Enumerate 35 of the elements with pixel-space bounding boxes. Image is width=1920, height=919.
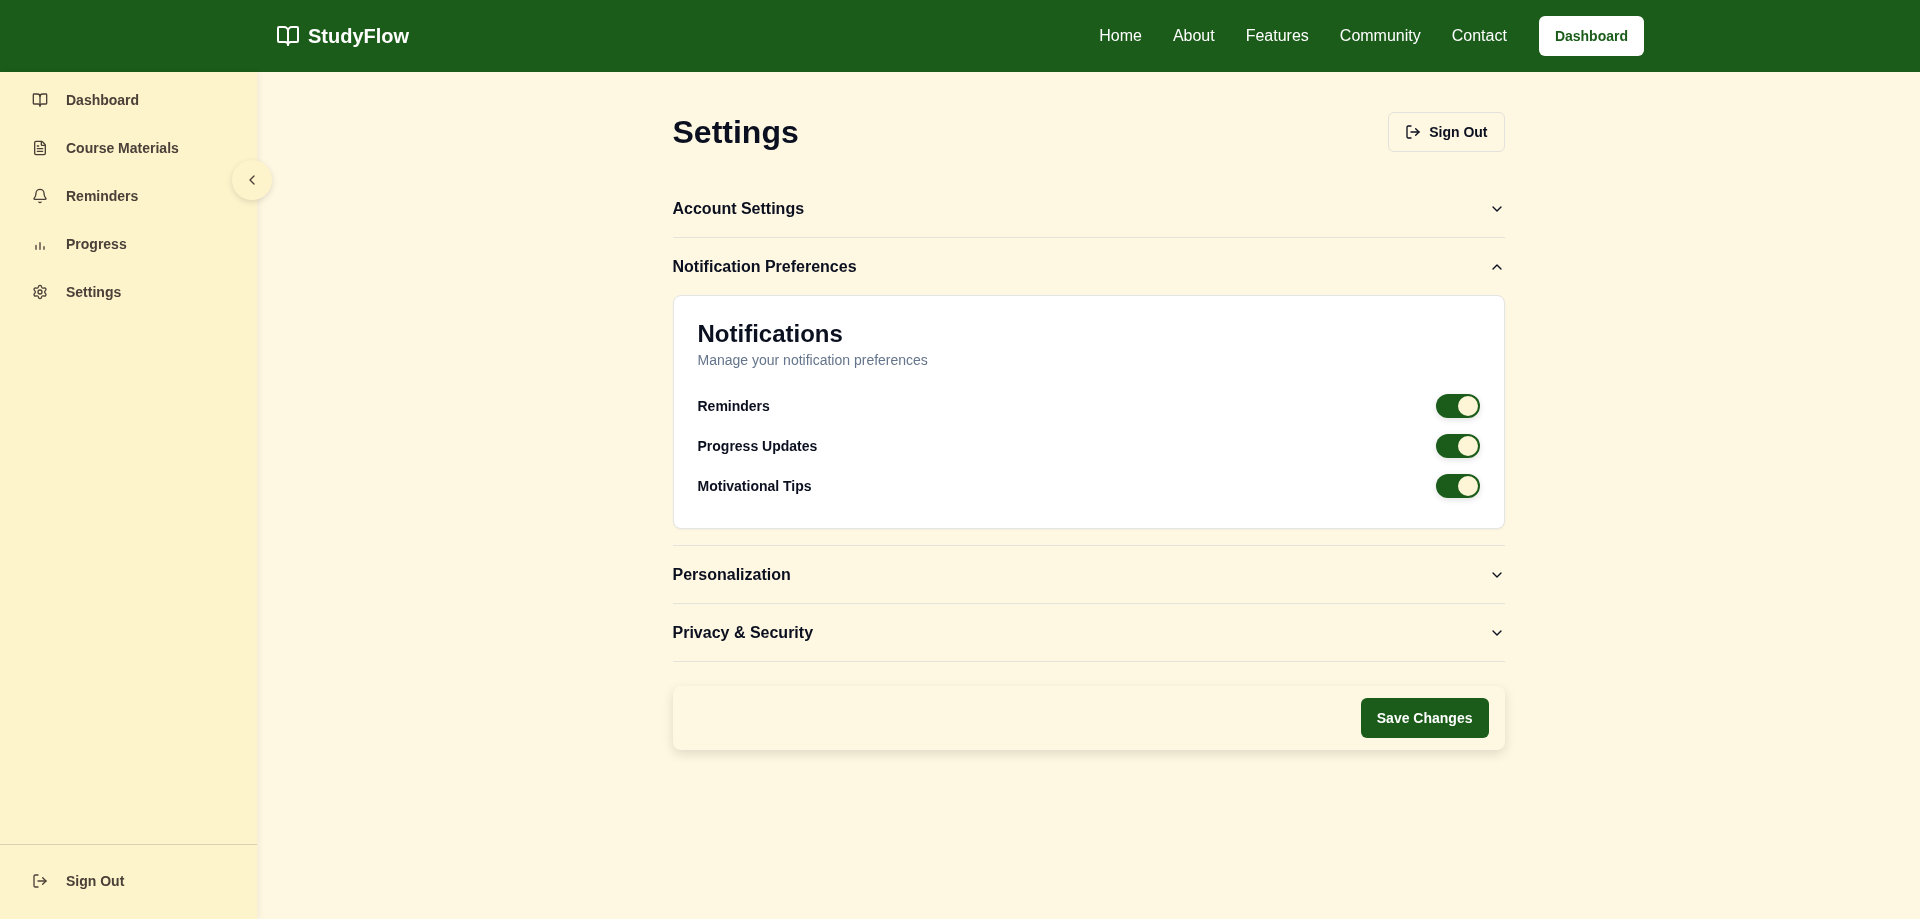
sidebar-item[interactable]: Reminders	[0, 172, 171, 220]
sidebar-item[interactable]: Progress	[0, 220, 159, 268]
book-icon	[32, 92, 48, 108]
document-icon	[32, 140, 48, 156]
sign-out-button[interactable]: Sign Out	[1388, 112, 1505, 152]
toggle-label: Progress Updates	[697, 438, 818, 454]
sign-out-icon	[1405, 124, 1422, 140]
sidebar-item[interactable]: Course Materials	[0, 124, 211, 172]
sign-out-icon	[32, 873, 48, 889]
toggle-switch[interactable]	[1435, 434, 1480, 458]
accordion-header[interactable]: Notification Preferences	[672, 238, 1505, 295]
accordion-header[interactable]: Personalization	[672, 546, 1505, 603]
nav-link[interactable]: Features	[1245, 27, 1309, 45]
accordion-header[interactable]: Privacy & Security	[672, 604, 1505, 661]
card-title: Notifications	[697, 320, 844, 348]
settings-icon	[32, 284, 48, 300]
nav-link[interactable]: About	[1172, 27, 1215, 45]
nav-link[interactable]: Home	[1099, 27, 1142, 45]
sidebar-item[interactable]: Settings	[0, 268, 154, 316]
book-icon	[276, 24, 300, 48]
nav-link[interactable]: Contact	[1451, 27, 1507, 45]
save-changes-button[interactable]: Save Changes	[1360, 698, 1489, 738]
bell-icon	[32, 188, 48, 204]
dashboard-button[interactable]: Dashboard	[1538, 16, 1644, 56]
toggle-label: Reminders	[697, 398, 770, 414]
brand-name: StudyFlow	[308, 24, 410, 48]
sign-out-link[interactable]: Sign Out	[0, 857, 157, 905]
accordion-header[interactable]: Account Settings	[672, 180, 1505, 237]
sidebar-item[interactable]: Dashboard	[0, 76, 172, 124]
toggle-switch[interactable]	[1435, 474, 1480, 498]
toggle-label: Motivational Tips	[697, 478, 812, 494]
toggle-switch[interactable]	[1435, 394, 1480, 418]
card-description: Manage your notification preferences	[697, 352, 929, 368]
nav-link[interactable]: Community	[1339, 27, 1421, 45]
page-title: Settings	[672, 113, 799, 151]
